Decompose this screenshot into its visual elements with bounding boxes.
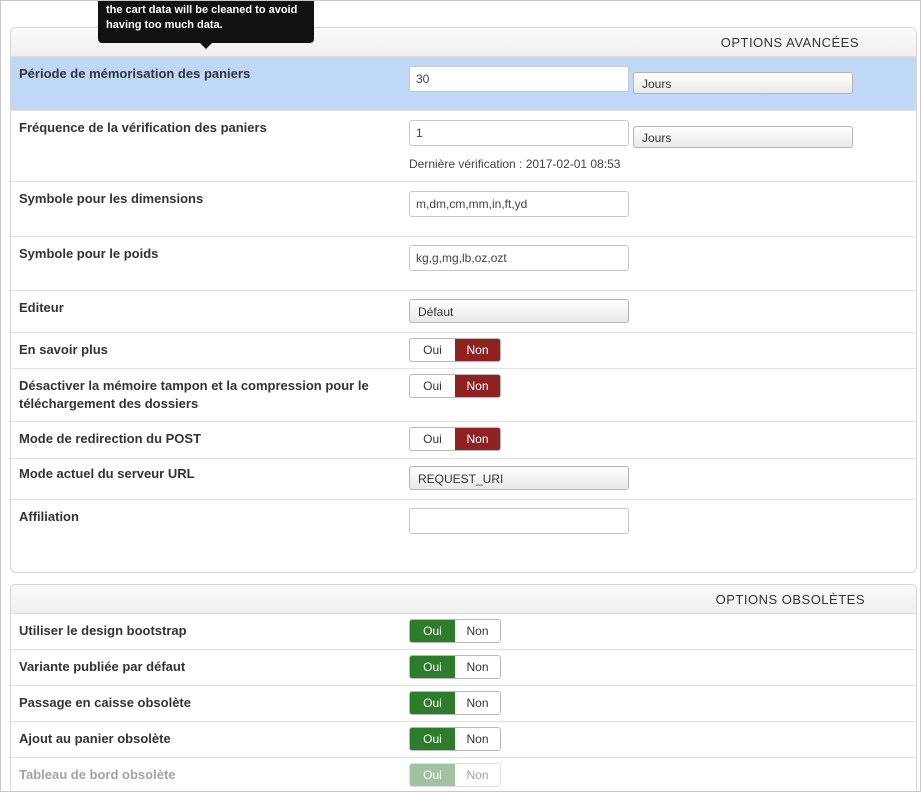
server-url-label: Mode actuel du serveur URL: [19, 466, 195, 481]
learn-more-toggle: Oui Non: [409, 338, 501, 362]
weight-symbols-label: Symbole pour le poids: [19, 246, 159, 261]
affiliation-row: Affiliation: [11, 500, 916, 572]
disable-buffer-no-button[interactable]: Non: [455, 375, 500, 397]
settings-window: the cart data will be cleaned to avoid h…: [0, 0, 921, 792]
old-add-to-cart-yes-button[interactable]: Oui: [410, 728, 455, 750]
cart-check-unit-select[interactable]: Jours: [633, 126, 853, 148]
old-checkout-toggle: Oui Non: [409, 691, 501, 715]
disable-buffer-yes-button[interactable]: Oui: [410, 375, 455, 397]
old-dashboard-toggle: Oui Non: [409, 763, 501, 787]
default-variant-yes-button[interactable]: Oui: [410, 656, 455, 678]
old-checkout-yes-button[interactable]: Oui: [410, 692, 455, 714]
affiliation-label: Affiliation: [19, 509, 79, 524]
obsolete-options-title: OPTIONS OBSOLÈTES: [715, 592, 865, 607]
tooltip-arrow: [200, 43, 212, 49]
old-dashboard-yes-button[interactable]: Oui: [410, 764, 455, 786]
bootstrap-no-button[interactable]: Non: [455, 620, 500, 642]
cart-check-label: Fréquence de la vérification des paniers: [19, 120, 267, 135]
dimension-symbols-label: Symbole pour les dimensions: [19, 191, 204, 206]
help-tooltip: the cart data will be cleaned to avoid h…: [98, 1, 314, 49]
post-redirect-yes-button[interactable]: Oui: [410, 428, 455, 450]
old-checkout-no-button[interactable]: Non: [455, 692, 500, 714]
learn-more-label: En savoir plus: [19, 342, 108, 357]
learn-more-no-button[interactable]: Non: [455, 339, 500, 361]
cart-check-row: Fréquence de la vérification des paniers…: [11, 111, 916, 182]
default-variant-row: Variante publiée par défaut Oui Non: [11, 650, 916, 686]
last-check-text: Dernière vérification : 2017-02-01 08:53: [409, 157, 621, 171]
old-add-to-cart-toggle: Oui Non: [409, 727, 501, 751]
tooltip-line-1: the cart data will be cleaned to avoid: [106, 4, 298, 16]
bootstrap-label: Utiliser le design bootstrap: [19, 623, 187, 638]
server-url-row: Mode actuel du serveur URL REQUEST_URI: [11, 459, 916, 500]
tooltip-line-2: having too much data.: [106, 19, 223, 31]
bootstrap-yes-button[interactable]: Oui: [410, 620, 455, 642]
disable-buffer-toggle: Oui Non: [409, 374, 501, 398]
editor-select[interactable]: Défaut: [409, 299, 629, 323]
server-url-select[interactable]: REQUEST_URI: [409, 466, 629, 490]
bootstrap-toggle: Oui Non: [409, 619, 501, 643]
cart-check-input[interactable]: 1: [409, 120, 629, 146]
editor-label: Editeur: [19, 300, 64, 315]
editor-row: Editeur Défaut: [11, 291, 916, 333]
default-variant-toggle: Oui Non: [409, 655, 501, 679]
bootstrap-row: Utiliser le design bootstrap Oui Non: [11, 614, 916, 650]
learn-more-yes-button[interactable]: Oui: [410, 339, 455, 361]
old-checkout-label: Passage en caisse obsolète: [19, 695, 191, 710]
post-redirect-toggle: Oui Non: [409, 427, 501, 451]
learn-more-row: En savoir plus Oui Non: [11, 333, 916, 369]
obsolete-options-header: OPTIONS OBSOLÈTES: [11, 585, 916, 614]
weight-symbols-input[interactable]: kg,g,mg,lb,oz,ozt: [409, 245, 629, 271]
cart-period-input[interactable]: 30: [409, 66, 629, 92]
advanced-options-panel: OPTIONS AVANCÉES Période de mémorisation…: [10, 27, 917, 573]
default-variant-no-button[interactable]: Non: [455, 656, 500, 678]
old-dashboard-row: Tableau de bord obsolète Oui Non: [11, 758, 916, 791]
post-redirect-no-button[interactable]: Non: [455, 428, 500, 450]
affiliation-input[interactable]: [409, 508, 629, 534]
weight-symbols-row: Symbole pour le poids kg,g,mg,lb,oz,ozt: [11, 237, 916, 291]
old-checkout-row: Passage en caisse obsolète Oui Non: [11, 686, 916, 722]
cart-period-row: Période de mémorisation des paniers 30 J…: [11, 57, 916, 111]
post-redirect-label: Mode de redirection du POST: [19, 431, 202, 446]
disable-buffer-row: Désactiver la mémoire tampon et la compr…: [11, 369, 916, 422]
advanced-options-title: OPTIONS AVANCÉES: [720, 35, 859, 50]
dimension-symbols-row: Symbole pour les dimensions m,dm,cm,mm,i…: [11, 182, 916, 237]
old-add-to-cart-label: Ajout au panier obsolète: [19, 731, 171, 746]
dimension-symbols-input[interactable]: m,dm,cm,mm,in,ft,yd: [409, 191, 629, 217]
post-redirect-row: Mode de redirection du POST Oui Non: [11, 422, 916, 459]
cart-period-unit-select[interactable]: Jours: [633, 72, 853, 94]
old-dashboard-no-button[interactable]: Non: [455, 764, 500, 786]
obsolete-options-panel: OPTIONS OBSOLÈTES Utiliser le design boo…: [10, 584, 917, 791]
old-add-to-cart-no-button[interactable]: Non: [455, 728, 500, 750]
default-variant-label: Variante publiée par défaut: [19, 659, 186, 674]
old-add-to-cart-row: Ajout au panier obsolète Oui Non: [11, 722, 916, 758]
old-dashboard-label: Tableau de bord obsolète: [19, 767, 176, 782]
cart-period-label: Période de mémorisation des paniers: [19, 66, 251, 81]
disable-buffer-label: Désactiver la mémoire tampon et la compr…: [19, 378, 369, 411]
